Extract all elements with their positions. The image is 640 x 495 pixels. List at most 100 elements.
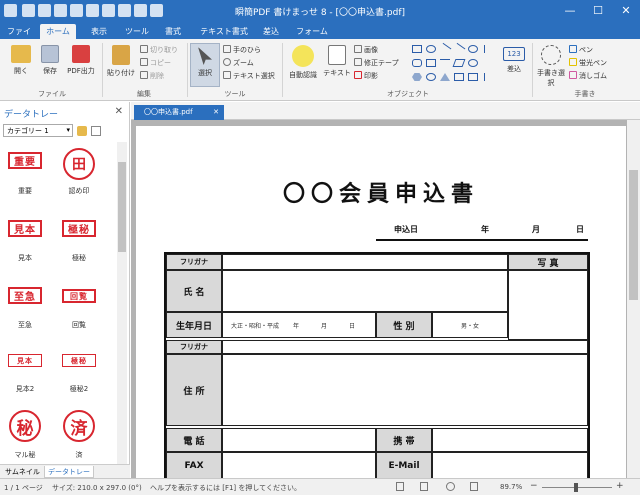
mobile-field[interactable]	[432, 428, 588, 452]
tab-view[interactable]: 表示	[84, 24, 114, 39]
image-button[interactable]: 画像	[354, 45, 378, 55]
stamp-kairan[interactable]: 回覧	[62, 289, 96, 303]
stamp-mihon2[interactable]: 見本	[8, 354, 42, 367]
box-shape-icon[interactable]	[468, 73, 478, 81]
paste-button[interactable]: 貼り付け	[104, 45, 138, 78]
name-field[interactable]	[222, 270, 508, 312]
insert-button[interactable]: 123 差込	[500, 47, 528, 74]
gallery-up-icon[interactable]	[484, 45, 494, 53]
address-furigana-field[interactable]	[222, 340, 588, 354]
pen-icon	[569, 45, 577, 53]
pen-button[interactable]: ペン	[569, 45, 593, 55]
hexagon-shape-icon[interactable]	[412, 73, 422, 81]
rotate-icon[interactable]	[470, 482, 478, 491]
fit-page-icon[interactable]	[396, 482, 404, 491]
tab-data-tray[interactable]: データトレー	[44, 466, 94, 478]
tab-thumbnails[interactable]: サムネイル	[2, 466, 43, 478]
parallelogram-shape-icon[interactable]	[452, 59, 466, 67]
stamp-mitomein[interactable]: 田	[63, 148, 95, 180]
eraser-icon	[569, 71, 577, 79]
actual-size-icon[interactable]	[446, 482, 455, 491]
seal-button[interactable]: 印影	[354, 71, 378, 81]
hline-shape-icon[interactable]	[440, 59, 450, 67]
document-tab[interactable]: 〇〇申込書.pdf ✕	[134, 105, 224, 120]
tab-file[interactable]: ファイル	[4, 24, 34, 51]
circle-alt-shape-icon[interactable]	[468, 45, 478, 53]
triangle-shape-icon[interactable]	[440, 73, 450, 81]
tab-home[interactable]: ホーム	[40, 24, 76, 39]
line-shape-icon[interactable]	[438, 42, 452, 56]
document-viewport[interactable]: 〇〇会員申込書 申込日 年 月 日 フリガナ 写 真 氏 名 生年月日 大正・昭…	[131, 120, 627, 478]
maximize-button[interactable]: ☐	[584, 0, 612, 23]
tab-tools[interactable]: ツール	[122, 24, 152, 39]
text-select-tool-button[interactable]: テキスト選択	[223, 71, 275, 81]
birthdate-field[interactable]: 大正・昭和・平成 年 月 日	[222, 312, 376, 338]
gender-field[interactable]: 男・女	[432, 312, 508, 338]
tab-text-format[interactable]: テキスト書式	[196, 24, 252, 39]
select-tool-button[interactable]: 選択	[190, 43, 220, 87]
stamp-shikyuu[interactable]: 至急	[8, 287, 42, 304]
stamp-sumi[interactable]: 済	[63, 410, 95, 442]
handwrite-select-button[interactable]: 手書き選択	[535, 45, 567, 88]
fit-width-icon[interactable]	[420, 482, 428, 491]
stamp-maruhi[interactable]: 秘	[9, 410, 41, 442]
close-tab-icon[interactable]: ✕	[213, 105, 219, 120]
list-view-icon[interactable]	[91, 126, 101, 136]
stamp-label: 重要	[18, 187, 32, 195]
document-scrollbar[interactable]	[627, 120, 640, 478]
gallery-more-icon[interactable]	[484, 73, 494, 81]
zoom-tool-button[interactable]: ズーム	[223, 58, 254, 68]
pdf-export-button[interactable]: PDF出力	[64, 45, 98, 76]
highlighter-button[interactable]: 蛍光ペン	[569, 58, 607, 68]
ellipse-shape-icon[interactable]	[426, 45, 436, 53]
open-button[interactable]: 開く	[6, 45, 36, 76]
rectangle-shape-icon[interactable]	[412, 45, 422, 53]
rect-alt-shape-icon[interactable]	[426, 59, 436, 67]
ribbon-separator	[187, 43, 188, 97]
correction-tape-button[interactable]: 修正テープ	[354, 58, 399, 68]
stamp-mihon[interactable]: 見本	[8, 220, 42, 237]
auto-detect-button[interactable]: 自動認識	[286, 45, 320, 80]
scroll-thumb[interactable]	[629, 170, 638, 300]
tab-form[interactable]: フォーム	[294, 24, 330, 39]
address-field[interactable]	[222, 354, 588, 426]
panel-scrollbar[interactable]	[117, 142, 127, 464]
tab-format[interactable]: 書式	[158, 24, 188, 39]
copy-button[interactable]: コピー	[140, 58, 171, 68]
rounded-rect-shape-icon[interactable]	[412, 59, 422, 67]
close-button[interactable]: ✕	[612, 0, 640, 23]
zoom-level[interactable]: 89.7%	[500, 483, 522, 491]
eraser-button[interactable]: 消しゴム	[569, 71, 607, 81]
square-shape-icon[interactable]	[454, 73, 464, 81]
category-select[interactable]: カテゴリー 1 ▾	[3, 124, 73, 137]
furigana-label: フリガナ	[166, 254, 222, 270]
stamp-gokuhi[interactable]: 極秘	[62, 220, 96, 237]
arrow-shape-icon[interactable]	[452, 42, 466, 56]
delete-button[interactable]: 削除	[140, 71, 164, 81]
tools-group-label: ツール	[224, 90, 246, 98]
save-button[interactable]: 保存	[36, 45, 64, 76]
ribbon-separator	[102, 43, 103, 97]
phone-field[interactable]	[222, 428, 376, 452]
zoom-out-icon[interactable]: −	[530, 481, 538, 491]
minimize-button[interactable]: —	[556, 0, 584, 23]
edit-category-icon[interactable]	[77, 126, 87, 136]
panel-close-icon[interactable]: ✕	[115, 106, 123, 117]
tab-insert[interactable]: 差込	[256, 24, 286, 39]
stamp-label: 至急	[18, 321, 32, 329]
stamp-juuyou[interactable]: 重要	[8, 152, 42, 169]
scroll-thumb[interactable]	[118, 162, 126, 252]
oval-shape-icon[interactable]	[468, 59, 478, 67]
furigana-field[interactable]	[222, 254, 508, 270]
stamp-gokuhi2[interactable]: 極秘	[62, 354, 96, 367]
fax-field[interactable]	[222, 452, 376, 478]
email-field[interactable]	[432, 452, 588, 478]
circle-shape-icon[interactable]	[426, 73, 436, 81]
help-hint: ヘルプを表示するには [F1] を押してください。	[150, 484, 301, 492]
pdf-page[interactable]: 〇〇会員申込書 申込日 年 月 日 フリガナ 写 真 氏 名 生年月日 大正・昭…	[136, 126, 626, 478]
zoom-in-icon[interactable]: +	[616, 481, 624, 491]
zoom-slider-thumb[interactable]	[574, 483, 578, 492]
hand-tool-button[interactable]: 手のひら	[223, 45, 261, 55]
text-object-button[interactable]: テキスト	[322, 45, 352, 78]
cut-button[interactable]: 切り取り	[140, 45, 178, 55]
